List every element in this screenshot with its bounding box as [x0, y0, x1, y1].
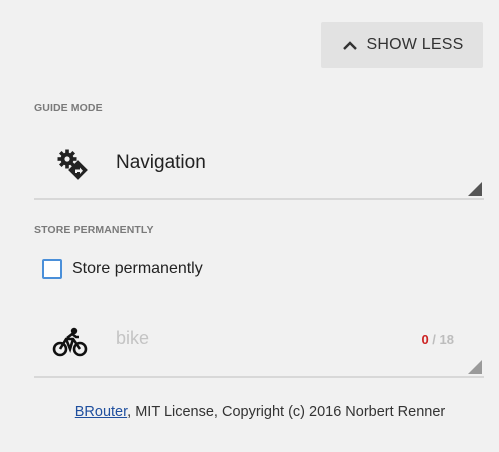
store-permanently-section-label: STORE PERMANENTLY [34, 224, 154, 236]
guide-mode-select[interactable]: Navigation [34, 128, 484, 200]
store-permanently-label: Store permanently [72, 260, 203, 277]
character-counter: 0 / 18 [421, 332, 454, 347]
counter-separator: / [428, 332, 440, 347]
dropdown-corner-icon [468, 182, 482, 196]
input-corner-icon [468, 360, 482, 374]
license-footer: BRouter, MIT License, Copyright (c) 2016… [40, 403, 480, 422]
store-permanently-checkbox[interactable]: Store permanently [42, 256, 203, 282]
brouter-settings-panel: SHOW LESS GUIDE MODE Navigation STORE PE… [0, 0, 499, 452]
license-text: , MIT License, Copyright (c) 2016 Norber… [127, 404, 446, 420]
guide-mode-value: Navigation [116, 152, 206, 173]
profile-input-row[interactable]: bike 0 / 18 [34, 310, 484, 378]
navigation-settings-icon [56, 148, 88, 180]
show-less-button[interactable]: SHOW LESS [321, 22, 483, 68]
show-less-label: SHOW LESS [366, 36, 464, 53]
counter-current: 0 [421, 332, 429, 347]
chevron-up-icon [341, 39, 359, 51]
profile-input[interactable]: bike [116, 328, 149, 349]
bicycle-icon [52, 326, 88, 358]
checkbox-box[interactable] [42, 259, 62, 279]
counter-max: 18 [439, 332, 454, 347]
guide-mode-section-label: GUIDE MODE [34, 102, 103, 114]
brouter-link[interactable]: BRouter [75, 404, 127, 420]
